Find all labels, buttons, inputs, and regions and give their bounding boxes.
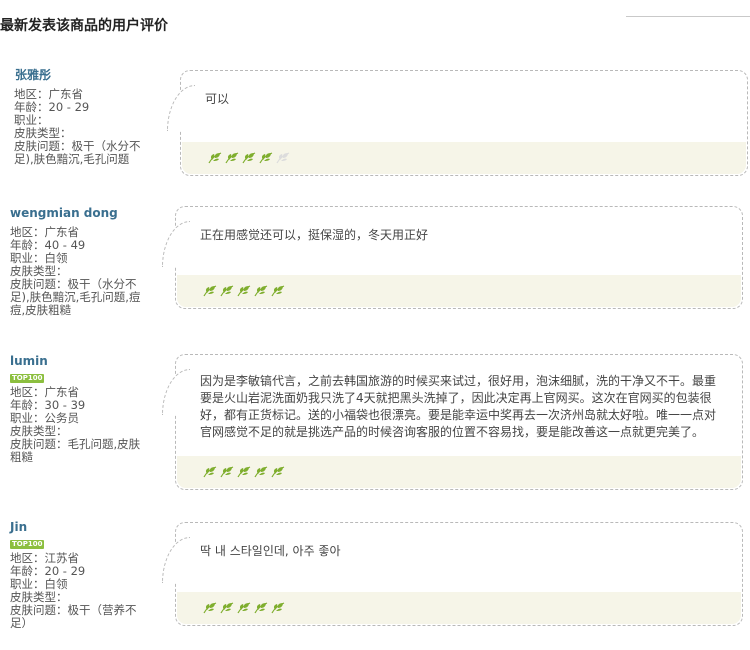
leaf-rating-icon (203, 285, 217, 297)
leaf-rating-icon (259, 152, 273, 164)
reviewer-name[interactable]: 张雅彤 (15, 68, 150, 83)
leaf-rating-icon (254, 285, 268, 297)
review-item: 张雅彤 地区：广东省 年龄：20 - 29 职业： 皮肤类型： 皮肤问题：极干（… (0, 68, 750, 178)
leaf-rating-icon (237, 602, 251, 614)
leaf-rating-icon (237, 466, 251, 478)
reviewer-info: Jin TOP100 地区：江苏省 年龄：20 - 29 职业：白领 皮肤类型：… (10, 520, 150, 630)
reviewer-skin-issue: 皮肤问题：极干（营养不足） (10, 603, 137, 630)
top100-badge: TOP100 (10, 540, 45, 549)
top100-badge: TOP100 (10, 374, 45, 383)
reviewer-name[interactable]: wengmian dong (10, 206, 150, 221)
top-divider (626, 16, 750, 17)
page-title: 最新发表该商品的用户评价 (0, 18, 168, 34)
leaf-rating-icon (271, 466, 285, 478)
reviewer-info: 张雅彤 地区：广东省 年龄：20 - 29 职业： 皮肤类型： 皮肤问题：极干（… (14, 68, 150, 166)
leaf-rating-icon (203, 466, 217, 478)
leaf-rating-icon (242, 152, 256, 164)
rating-stars (177, 275, 741, 307)
leaf-rating-icon (254, 466, 268, 478)
leaf-rating-icon (271, 285, 285, 297)
leaf-rating-icon (254, 602, 268, 614)
reviewer-name[interactable]: Jin (10, 520, 150, 535)
rating-stars (177, 592, 741, 624)
leaf-rating-icon (271, 602, 285, 614)
reviewer-name[interactable]: lumin (10, 354, 150, 369)
leaf-rating-icon (220, 602, 234, 614)
leaf-rating-icon (220, 285, 234, 297)
review-item: Jin TOP100 地区：江苏省 年龄：20 - 29 职业：白领 皮肤类型：… (0, 520, 750, 640)
leaf-rating-icon (208, 152, 222, 164)
leaf-rating-empty-icon (276, 152, 290, 164)
reviewer-skin-issue: 皮肤问题：极干（水分不足),肤色黯沉,毛孔问题,痘痘,皮肤粗糙 (10, 277, 141, 317)
review-item: wengmian dong 地区：广东省 年龄：40 - 49 职业：白领 皮肤… (0, 206, 750, 326)
reviewer-skin-issue: 皮肤问题：极干（水分不足),肤色黯沉,毛孔问题 (14, 139, 141, 166)
review-bubble: 딱 내 스타일인데, 아주 좋아 (162, 522, 743, 626)
review-item: lumin TOP100 地区：广东省 年龄：30 - 39 职业：公务员 皮肤… (0, 354, 750, 494)
leaf-rating-icon (203, 602, 217, 614)
reviewer-info: lumin TOP100 地区：广东省 年龄：30 - 39 职业：公务员 皮肤… (10, 354, 150, 464)
review-text: 因为是李敏镐代言，之前去韩国旅游的时候买来试过，很好用，泡沫细腻，洗的干净又不干… (200, 374, 717, 439)
leaf-rating-icon (225, 152, 239, 164)
leaf-rating-icon (220, 466, 234, 478)
reviewer-skin-issue: 皮肤问题：毛孔问题,皮肤粗糙 (10, 437, 141, 464)
review-bubble: 可以 (167, 70, 748, 176)
rating-stars (182, 142, 746, 174)
review-bubble: 因为是李敏镐代言，之前去韩国旅游的时候买来试过，很好用，泡沫细腻，洗的干净又不干… (162, 354, 743, 490)
rating-stars (177, 456, 741, 488)
review-text: 可以 (205, 92, 230, 106)
leaf-rating-icon (237, 285, 251, 297)
reviewer-info: wengmian dong 地区：广东省 年龄：40 - 49 职业：白领 皮肤… (10, 206, 150, 317)
review-text: 正在用感觉还可以，挺保湿的，冬天用正好 (200, 228, 429, 242)
review-text: 딱 내 스타일인데, 아주 좋아 (200, 544, 341, 558)
review-bubble: 正在用感觉还可以，挺保湿的，冬天用正好 (162, 206, 743, 309)
